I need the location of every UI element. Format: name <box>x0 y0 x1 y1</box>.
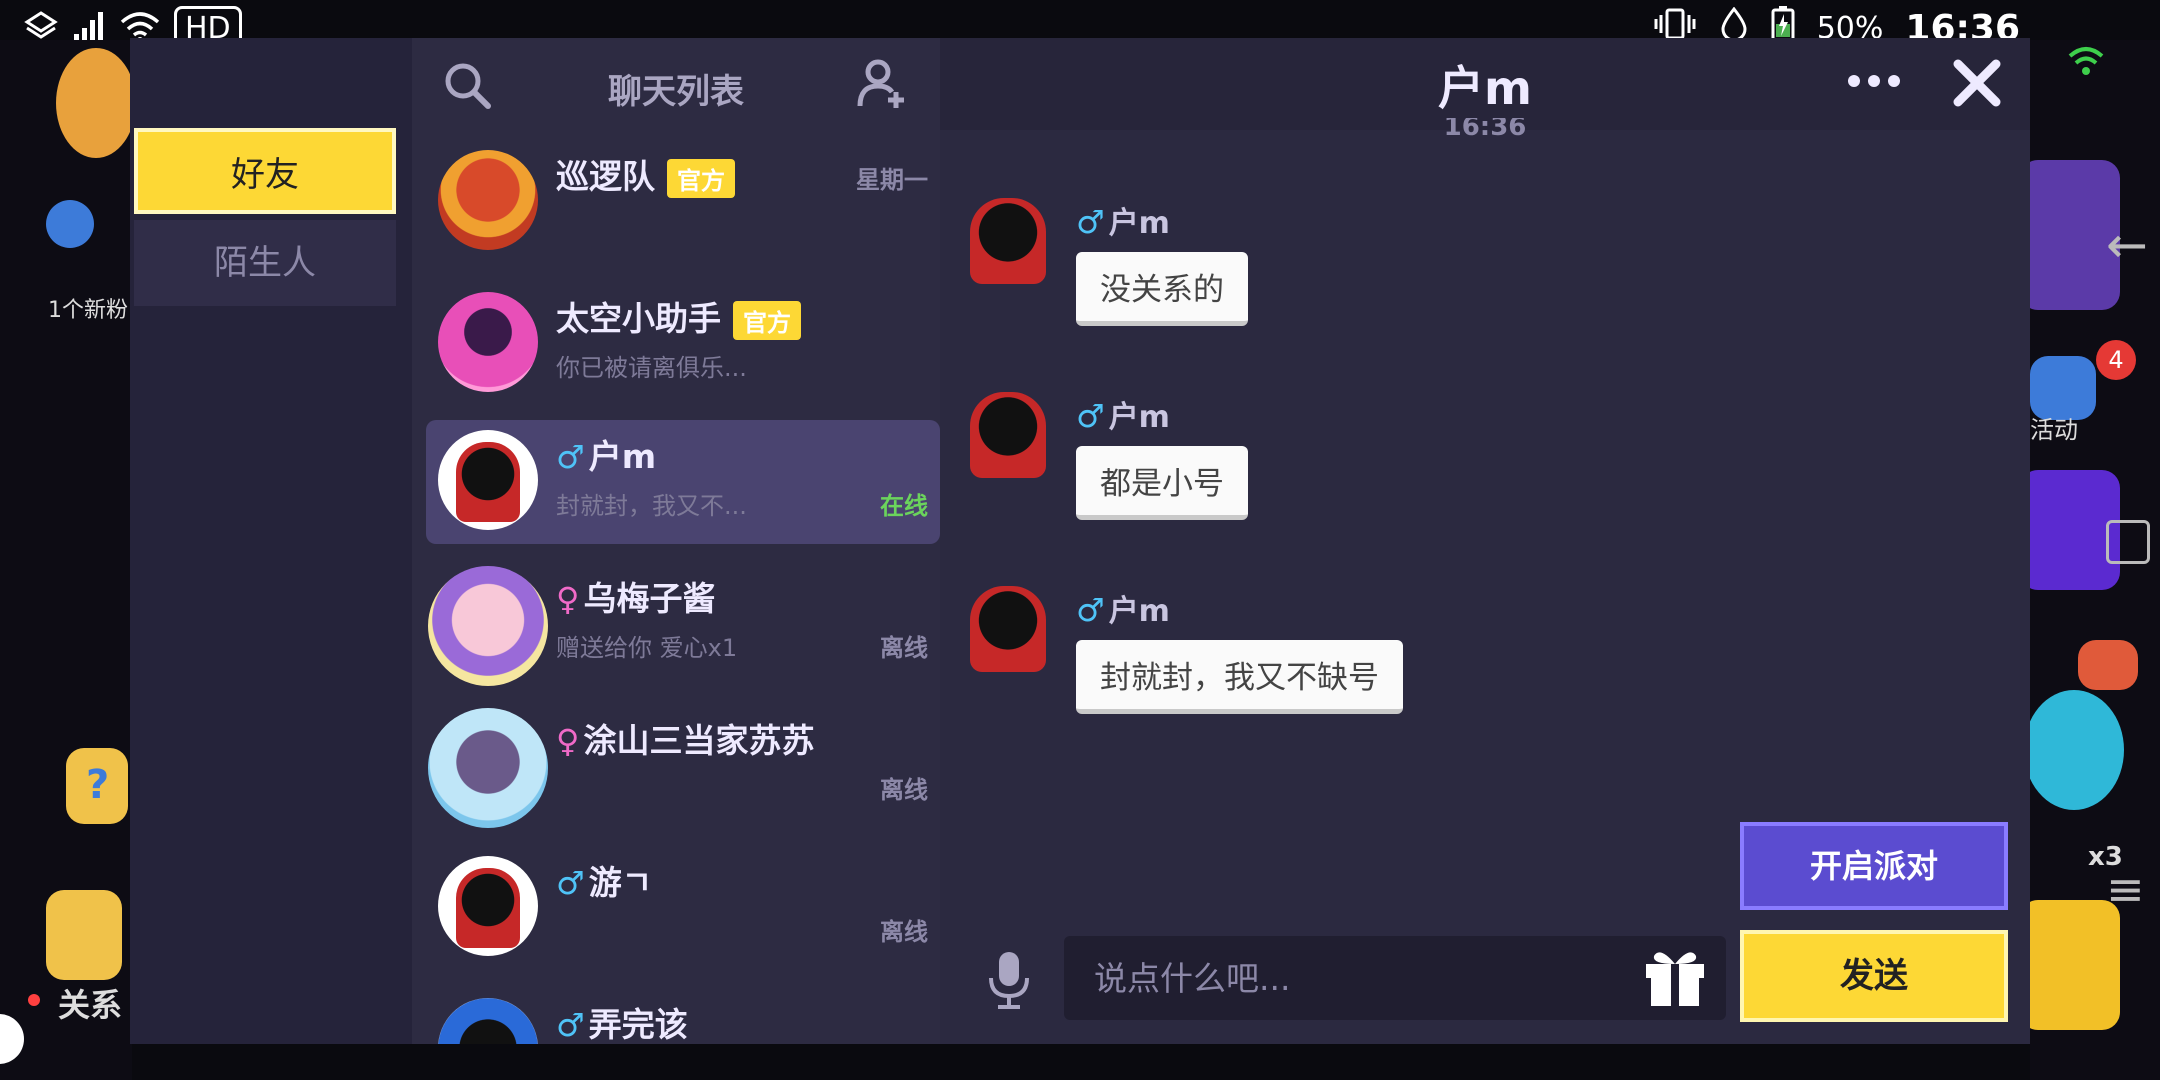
message-bubble: 都是小号 <box>1076 446 1248 520</box>
avatar[interactable] <box>970 392 1046 478</box>
contact-item[interactable]: 太空小助手 官方 你已被请离俱乐... <box>426 282 940 406</box>
start-party-button[interactable]: 开启派对 <box>1740 822 2008 910</box>
contact-preview: 赠送给你 爱心x1 <box>556 634 738 662</box>
back-icon[interactable]: ← <box>2106 216 2148 274</box>
message-input[interactable] <box>1092 954 1596 1002</box>
more-options-icon[interactable] <box>1846 68 1902 98</box>
status-offline: 离线 <box>880 918 928 946</box>
avatar <box>428 566 548 686</box>
official-badge: 官方 <box>667 159 735 198</box>
contact-item-selected[interactable]: ♂ 户m 封就封，我又不... 在线 <box>426 420 940 544</box>
avatar[interactable] <box>970 198 1046 284</box>
chat-list: 聊天列表 巡逻队 官方 星期一 太空小助手 官方 你已被请离俱乐... ♂ 户m… <box>412 38 940 1044</box>
male-icon: ♂ <box>1076 397 1105 435</box>
contact-name: 涂山三当家苏苏 <box>583 721 815 760</box>
contact-item[interactable]: ♂ 弄完该 <box>426 988 940 1044</box>
contact-name: 弄完该 <box>588 1005 688 1044</box>
male-icon: ♂ <box>1076 591 1105 629</box>
recents-icon[interactable] <box>2106 520 2150 564</box>
status-offline: 离线 <box>880 634 928 662</box>
sender-name: 户m <box>1108 400 1170 435</box>
relation-label[interactable]: 关系 <box>58 980 122 1026</box>
avatar <box>428 708 548 828</box>
avatar <box>438 856 538 956</box>
chat-message: ♂ 户m 没关系的 <box>970 198 1770 348</box>
game-background-left: 1个新粉 ? 关系 <box>0 40 136 1080</box>
female-icon: ♀ <box>556 722 580 760</box>
rocket-icon[interactable] <box>46 200 94 248</box>
chat-timestamp: 16:36 <box>1443 118 1527 142</box>
contact-item[interactable]: ♀ 乌梅子酱 赠送给你 爱心x1 离线 <box>426 562 940 686</box>
male-icon: ♂ <box>556 864 585 902</box>
gift-icon[interactable] <box>1642 946 1708 1012</box>
sender-name: 户m <box>1108 594 1170 629</box>
event-banner[interactable] <box>2020 160 2120 310</box>
tab-column: 好友 陌生人 <box>130 38 412 1044</box>
chat-message: ♂ 户m 都是小号 <box>970 392 1770 542</box>
contact-item[interactable]: ♀ 涂山三当家苏苏 离线 <box>426 704 940 828</box>
activity-label[interactable]: 活动 <box>2030 410 2078 445</box>
chat-area: 户m 16:36 ♂ 户m 没关系的 ♂ 户m 都是小号 ♂ 户m 封就封，我又不缺号 <box>940 38 2030 1044</box>
avatar <box>438 430 538 530</box>
add-friend-icon[interactable] <box>856 58 908 114</box>
status-online: 在线 <box>880 492 928 520</box>
message-bubble: 没关系的 <box>1076 252 1248 326</box>
avatar <box>438 292 538 392</box>
new-fans-label: 1个新粉 <box>48 298 128 323</box>
contact-item[interactable]: 巡逻队 官方 星期一 <box>426 140 940 264</box>
tab-friends[interactable]: 好友 <box>134 128 396 214</box>
chat-message: ♂ 户m 封就封，我又不缺号 <box>970 586 1770 736</box>
contact-item[interactable]: ♂ 游ㄱ 离线 <box>426 846 940 970</box>
game-background-right: ← 4 活动 x3 ≡ <box>2020 40 2160 1080</box>
game-character[interactable] <box>2024 690 2124 810</box>
tab-strangers[interactable]: 陌生人 <box>134 220 396 306</box>
help-clipboard-icon[interactable]: ? <box>66 748 128 824</box>
official-badge: 官方 <box>733 301 801 340</box>
notification-dot <box>28 994 40 1006</box>
contact-name: 游ㄱ <box>588 863 653 902</box>
send-button[interactable]: 发送 <box>1740 930 2008 1022</box>
close-icon[interactable] <box>1952 58 2002 112</box>
assistive-touch[interactable] <box>0 1014 24 1064</box>
profile-avatar[interactable] <box>56 48 136 158</box>
gift-box-icon[interactable] <box>2078 640 2138 690</box>
contact-date: 星期一 <box>856 166 928 194</box>
contact-preview: 你已被请离俱乐... <box>556 354 747 382</box>
status-offline: 离线 <box>880 776 928 804</box>
female-icon: ♀ <box>556 580 580 618</box>
avatar[interactable] <box>970 586 1046 672</box>
contact-name: 户m <box>588 437 657 476</box>
wifi-status-icon <box>2066 40 2106 80</box>
yellow-card[interactable] <box>2020 900 2120 1030</box>
contact-name: 太空小助手 <box>556 299 721 338</box>
contact-preview: 封就封，我又不... <box>556 492 747 520</box>
male-icon: ♂ <box>556 438 585 476</box>
chat-header: 户m <box>940 38 2030 130</box>
contact-name: 巡逻队 <box>556 157 655 196</box>
message-bubble: 封就封，我又不缺号 <box>1076 640 1403 714</box>
male-icon: ♂ <box>1076 203 1105 241</box>
activity-badge: 4 <box>2096 340 2136 380</box>
game-card[interactable] <box>2020 470 2120 590</box>
contact-name: 乌梅子酱 <box>583 579 716 618</box>
avatar <box>438 150 538 250</box>
male-icon: ♂ <box>556 1006 585 1044</box>
avatar <box>438 998 538 1044</box>
pet-icon[interactable] <box>46 890 122 980</box>
sender-name: 户m <box>1108 206 1170 241</box>
microphone-icon[interactable] <box>986 950 1032 1014</box>
chat-panel: 好友 陌生人 聊天列表 巡逻队 官方 星期一 太空小助手 官方 你已被请离俱乐.… <box>130 38 2030 1044</box>
chat-list-header: 聊天列表 <box>412 38 940 130</box>
message-input-box[interactable] <box>1064 936 1726 1020</box>
